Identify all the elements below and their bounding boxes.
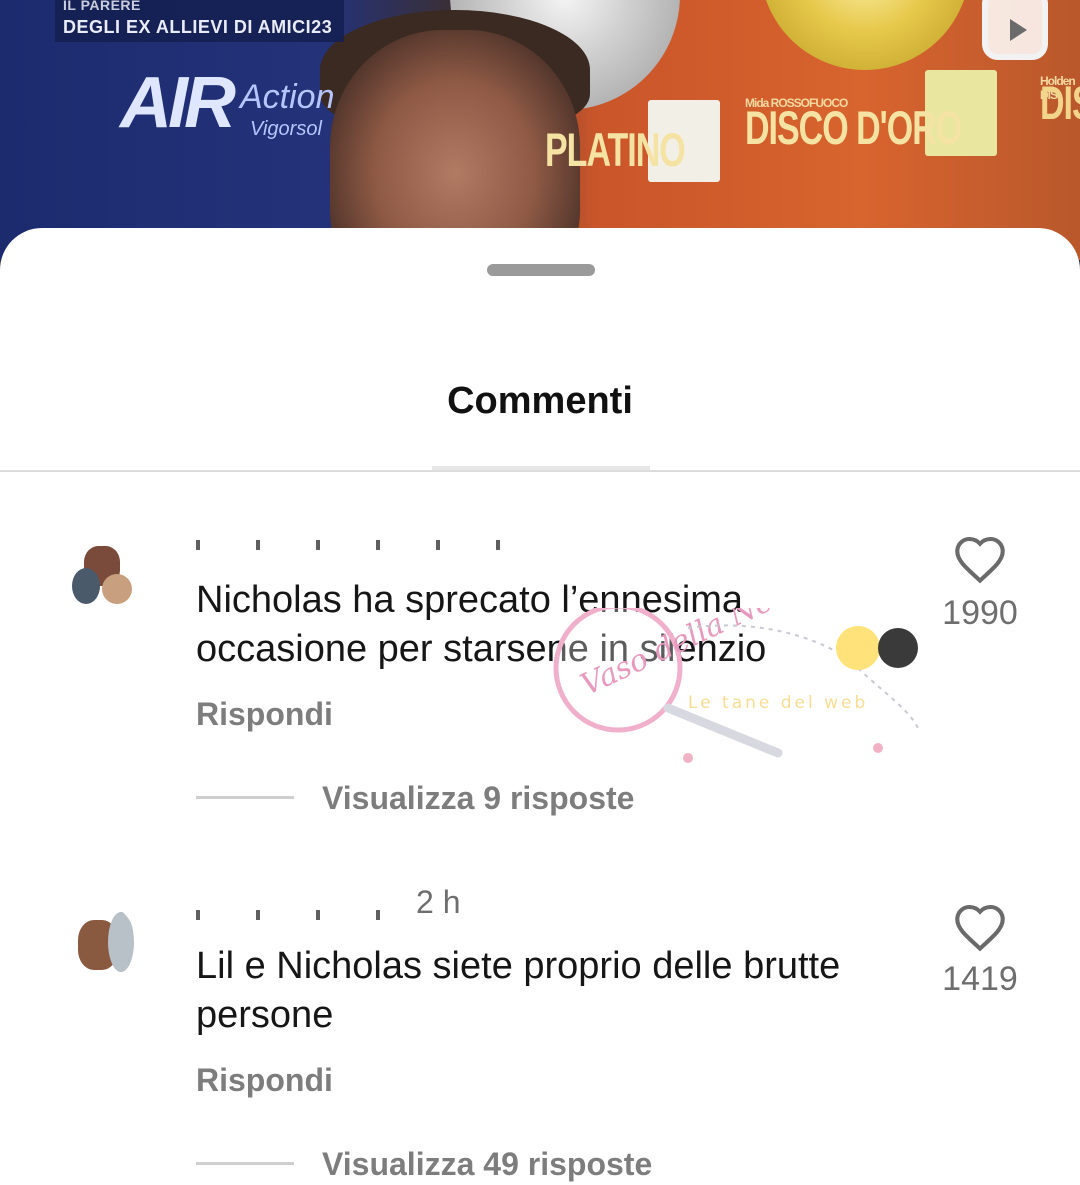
view-replies-button[interactable]: Visualizza 49 risposte	[322, 1146, 652, 1183]
magnifier-handle	[663, 703, 783, 758]
character-dark	[878, 628, 918, 668]
reels-icon[interactable]	[982, 0, 1048, 60]
video-background[interactable]: IL PARERE DEGLI EX ALLIEVI DI AMICI23 AI…	[0, 0, 1080, 260]
person-face	[330, 30, 580, 260]
comments-sheet: Commenti Nicholas ha sprecato l’ennesima…	[0, 228, 1080, 1185]
paw-icon	[683, 753, 693, 763]
banner-line-1: IL PARERE	[63, 0, 141, 13]
view-replies-line	[196, 1162, 294, 1165]
drag-handle[interactable]	[487, 264, 595, 276]
air-logo: AIR	[120, 63, 236, 143]
avatar-image	[108, 912, 134, 972]
comment-text: Nicholas ha sprecato l’ennesima occasion…	[196, 579, 767, 670]
reply-button[interactable]: Rispondi	[196, 696, 333, 733]
like-count: 1990	[942, 594, 1018, 632]
comment-time: 2 h	[416, 884, 461, 920]
plaque-disco-right: DISC	[1040, 77, 1080, 131]
air-logo-vigorsol: Vigorsol	[250, 118, 322, 140]
like-count: 1419	[942, 960, 1018, 998]
view-replies-line	[196, 796, 294, 799]
avatar-image	[102, 574, 132, 604]
plaque-disco-oro: DISCO D'ORO	[745, 102, 962, 156]
watermark-text-right: Le tane del web	[688, 693, 868, 713]
play-icon	[1009, 19, 1027, 41]
username-redacted[interactable]	[196, 540, 526, 550]
plaque-platino: PLATINO	[545, 124, 686, 178]
gold-disc-image	[760, 0, 970, 70]
avatar[interactable]	[62, 528, 148, 614]
heart-outline-icon[interactable]	[952, 902, 1008, 952]
banner-line-2: DEGLI EX ALLIEVI DI AMICI23	[63, 17, 333, 37]
avatar-image	[72, 568, 100, 604]
comment-text: Lil e Nicholas siete proprio delle brutt…	[196, 945, 841, 1036]
air-logo-action: Action	[240, 78, 335, 116]
username-redacted[interactable]	[196, 910, 396, 920]
paw-icon	[873, 743, 883, 753]
avatar[interactable]	[50, 900, 136, 986]
sheet-title: Commenti	[447, 380, 633, 422]
view-replies-button[interactable]: Visualizza 9 risposte	[322, 780, 634, 817]
video-banner: IL PARERE DEGLI EX ALLIEVI DI AMICI23	[55, 0, 345, 42]
heart-outline-icon[interactable]	[952, 534, 1008, 584]
reply-button[interactable]: Rispondi	[196, 1062, 333, 1099]
header-divider	[0, 470, 1080, 472]
